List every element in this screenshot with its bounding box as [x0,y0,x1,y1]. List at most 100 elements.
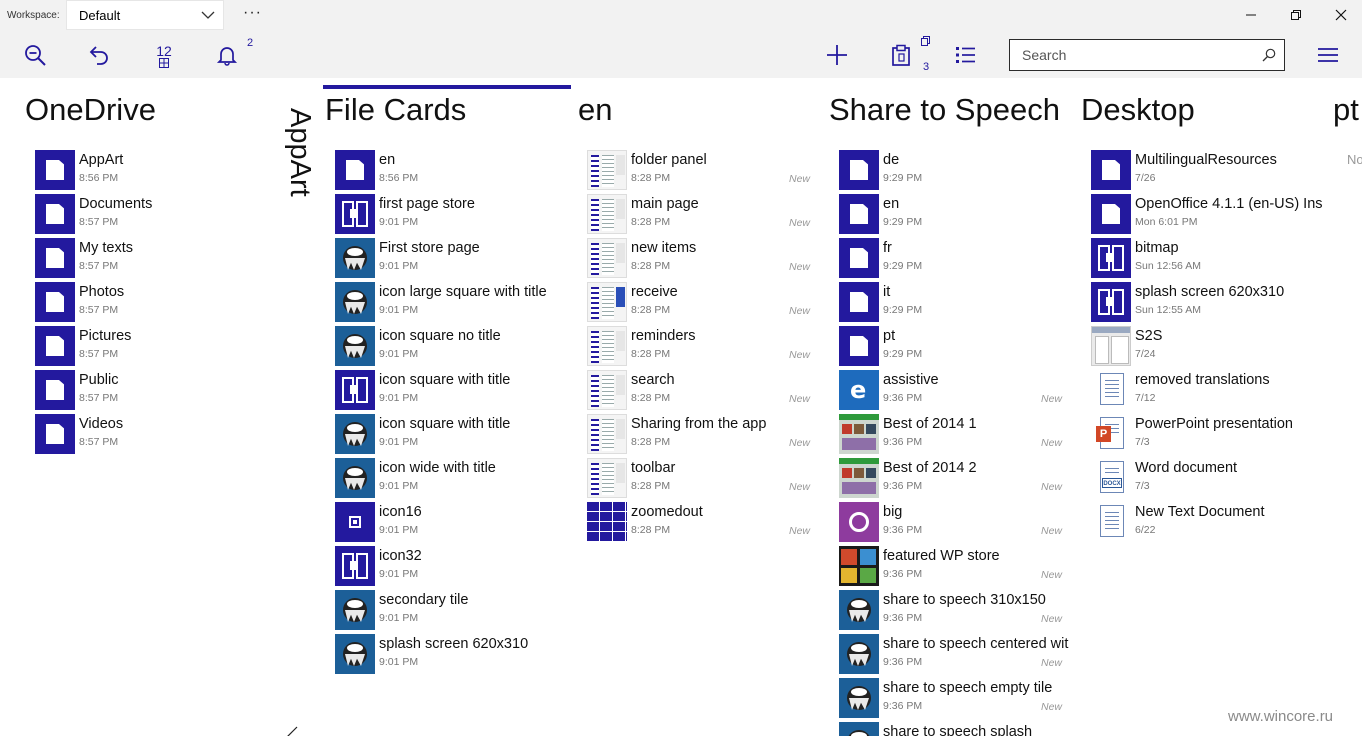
item-name: en [883,196,900,212]
list-item[interactable]: icon wide with title 9:01 PM [335,458,570,502]
list-item[interactable]: featured WP store 9:36 PM New [839,546,1071,590]
column-title-share-to-speech[interactable]: Share to Speech [829,92,1060,128]
columns-area: OneDrive AppArt File Cards en Share to S… [0,78,1362,736]
inkscape-icon [839,634,879,674]
add-button[interactable] [822,41,852,69]
list-item[interactable]: search 8:28 PM New [587,370,813,414]
item-name: share to speech centered wit [883,636,1069,652]
column-title-appart[interactable]: AppArt [284,108,316,208]
column-title-pt[interactable]: pt [1333,92,1359,128]
list-item[interactable]: S2S 7/24 [1091,326,1323,370]
menu-button[interactable] [1312,41,1344,69]
list-item[interactable]: main page 8:28 PM New [587,194,813,238]
workspace-dropdown[interactable]: Default [66,0,224,30]
item-name: featured WP store [883,548,1000,564]
list-item[interactable]: Best of 2014 1 9:36 PM New [839,414,1071,458]
new-badge: New [1041,437,1063,449]
clipboard-icon [892,44,910,66]
list-item[interactable]: icon32 9:01 PM [335,546,570,590]
list-item[interactable]: icon square with title 9:01 PM [335,414,570,458]
list-item[interactable]: Pictures 8:57 PM [35,326,275,370]
list-item[interactable]: bitmap Sun 12:56 AM [1091,238,1323,282]
item-time: 9:01 PM [379,524,419,536]
list-item[interactable]: toolbar 8:28 PM New [587,458,813,502]
new-badge: New [789,393,811,405]
list-item[interactable]: e assistive 9:36 PM New [839,370,1071,414]
list-item[interactable]: New Text Document 6/22 [1091,502,1323,546]
clipboard-button[interactable] [886,41,916,69]
item-name: share to speech empty tile [883,680,1053,696]
list-item[interactable]: Photos 8:57 PM [35,282,275,326]
undo-button[interactable] [84,41,114,69]
list-item[interactable]: First store page 9:01 PM [335,238,570,282]
list-item[interactable]: secondary tile 9:01 PM [335,590,570,634]
list-item[interactable]: OpenOffice 4.1.1 (en-US) Ins Mon 6:01 PM [1091,194,1323,238]
list-item[interactable]: icon16 9:01 PM [335,502,570,546]
item-time: 8:56 PM [379,172,419,184]
list-item[interactable]: first page store 9:01 PM [335,194,570,238]
list-item[interactable]: en 8:56 PM [335,150,570,194]
item-time: 6/22 [1135,524,1156,536]
folder-icon [335,150,375,190]
list-item[interactable]: Best of 2014 2 9:36 PM New [839,458,1071,502]
list-item[interactable]: share to speech centered wit 9:36 PM New [839,634,1071,678]
list-item[interactable]: receive 8:28 PM New [587,282,813,326]
maximize-button[interactable] [1273,0,1319,30]
list-item[interactable]: Videos 8:57 PM [35,414,275,458]
screenshot-icon [587,458,627,498]
list-item[interactable]: splash screen 620x310 Sun 12:55 AM [1091,282,1323,326]
list-item[interactable]: it 9:29 PM [839,282,1071,326]
column-desktop: MultilingualResources 7/26 OpenOffice 4.1.… [1091,150,1323,546]
column-title-desktop[interactable]: Desktop [1081,92,1195,128]
list-item[interactable]: AppArt 8:56 PM [35,150,275,194]
list-item[interactable]: big 9:36 PM New [839,502,1071,546]
more-options-button[interactable]: ··· [243,4,262,22]
item-time: 9:01 PM [379,348,419,360]
list-item[interactable]: share to speech splash [839,722,1071,736]
search-input[interactable]: Search [1009,39,1285,71]
notifications-button[interactable] [212,41,242,69]
list-item[interactable]: My texts 8:57 PM [35,238,275,282]
item-time: 8:28 PM [631,480,671,492]
list-item[interactable]: DOCX Word document 7/3 [1091,458,1323,502]
list-item[interactable]: icon square with title 9:01 PM [335,370,570,414]
list-item[interactable]: reminders 8:28 PM New [587,326,813,370]
book-icon [335,546,375,586]
grid-size-button[interactable]: 12 [148,40,180,72]
list-item[interactable]: Public 8:57 PM [35,370,275,414]
list-item[interactable]: en 9:29 PM [839,194,1071,238]
close-button[interactable] [1318,0,1362,30]
big-icon [839,502,879,542]
column-title-onedrive[interactable]: OneDrive [25,92,156,128]
minimize-button[interactable] [1228,0,1274,30]
list-view-button[interactable] [950,41,980,69]
list-item[interactable]: fr 9:29 PM [839,238,1071,282]
list-item[interactable]: new items 8:28 PM New [587,238,813,282]
column-en: folder panel 8:28 PM New main page 8:28 PM Ne… [587,150,813,546]
search-icon[interactable] [1262,48,1276,62]
new-badge: New [1041,657,1063,669]
list-item[interactable]: Sharing from the app 8:28 PM New [587,414,813,458]
list-item[interactable]: splash screen 620x310 9:01 PM [335,634,570,678]
item-time: 9:01 PM [379,216,419,228]
folder-icon [839,150,879,190]
bell-icon [216,47,238,66]
list-item[interactable]: de 9:29 PM [839,150,1071,194]
powerpoint-icon: P [1091,414,1131,454]
column-title-en[interactable]: en [578,92,612,128]
list-item[interactable]: folder panel 8:28 PM New [587,150,813,194]
list-item[interactable]: share to speech 310x150 9:36 PM New [839,590,1071,634]
close-icon [1335,9,1347,21]
list-item[interactable]: icon square no title 9:01 PM [335,326,570,370]
list-item[interactable]: icon large square with title 9:01 PM [335,282,570,326]
list-item[interactable]: Documents 8:57 PM [35,194,275,238]
list-item[interactable]: pt 9:29 PM [839,326,1071,370]
list-item[interactable]: MultilingualResources 7/26 [1091,150,1323,194]
zoom-button[interactable] [20,41,50,69]
column-title-file-cards[interactable]: File Cards [325,92,466,128]
list-item[interactable]: share to speech empty tile 9:36 PM New [839,678,1071,722]
list-item[interactable]: removed translations 7/12 [1091,370,1323,414]
item-name: My texts [79,240,133,256]
list-item[interactable]: zoomedout 8:28 PM New [587,502,813,546]
list-item[interactable]: P PowerPoint presentation 7/3 [1091,414,1323,458]
